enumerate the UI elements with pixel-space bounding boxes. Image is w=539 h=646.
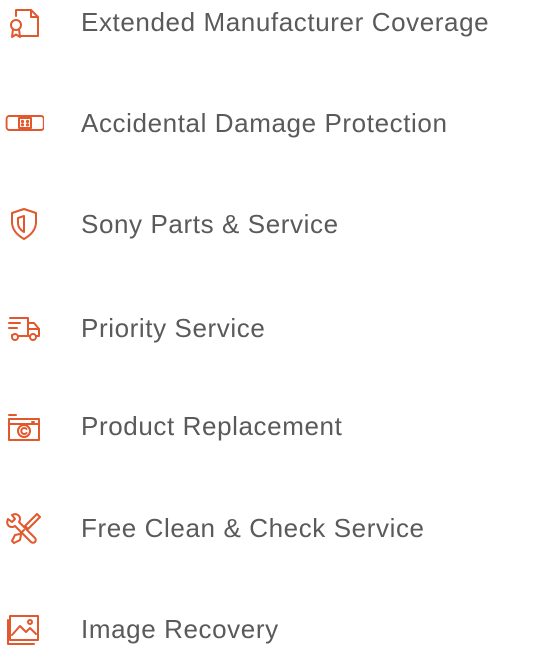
camera-icon: [4, 406, 44, 446]
benefits-list: Extended Manufacturer Coverage Accidenta…: [0, 0, 539, 646]
benefit-label: Extended Manufacturer Coverage: [81, 7, 490, 37]
benefit-label: Priority Service: [81, 313, 266, 343]
tools-icon: [4, 508, 44, 548]
benefit-item-extended-coverage: Extended Manufacturer Coverage: [0, 2, 539, 42]
image-icon: [4, 609, 44, 646]
certificate-icon: [4, 2, 44, 42]
benefit-label: Product Replacement: [81, 411, 343, 441]
benefit-item-clean-check: Free Clean & Check Service: [0, 508, 539, 548]
fast-truck-icon: [4, 308, 44, 348]
benefit-item-sony-parts: Sony Parts & Service: [0, 204, 539, 244]
benefit-label: Free Clean & Check Service: [81, 513, 425, 543]
benefit-item-accidental-damage: Accidental Damage Protection: [0, 103, 539, 143]
benefit-item-priority-service: Priority Service: [0, 308, 539, 348]
benefit-label: Image Recovery: [81, 614, 279, 644]
benefit-label: Sony Parts & Service: [81, 209, 339, 239]
shield-icon: [4, 204, 44, 244]
benefit-item-image-recovery: Image Recovery: [0, 609, 539, 646]
bandage-icon: [4, 103, 44, 143]
benefit-item-product-replacement: Product Replacement: [0, 406, 539, 446]
benefit-label: Accidental Damage Protection: [81, 108, 448, 138]
